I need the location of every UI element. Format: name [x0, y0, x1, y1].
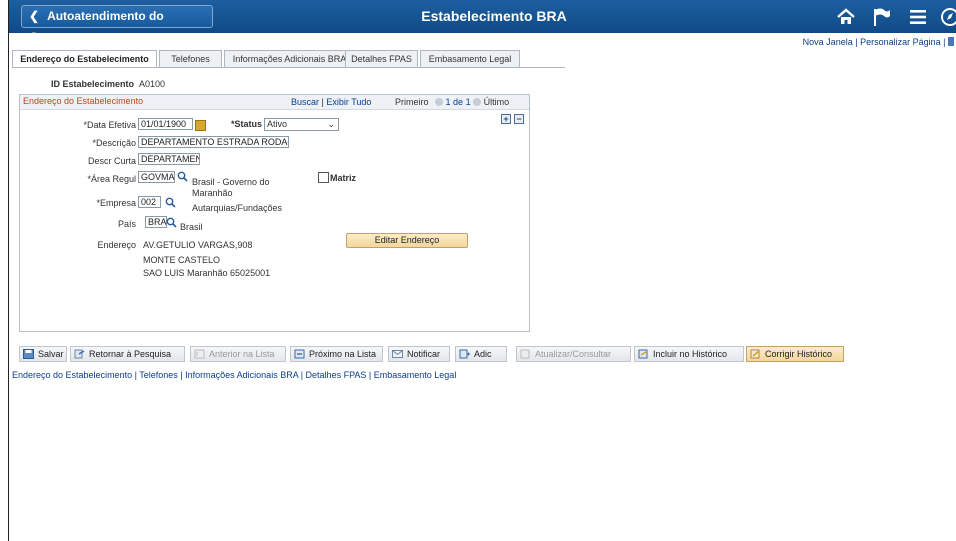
- footer-link-telefones[interactable]: Telefones: [139, 370, 178, 380]
- tab-endereco[interactable]: Endereço do Estabelecimento: [12, 50, 157, 68]
- country-input[interactable]: BRA: [145, 216, 167, 228]
- return-label: Retornar à Pesquisa: [89, 349, 172, 359]
- last-label: Último: [483, 97, 510, 107]
- company-description: Autarquias/Fundações: [192, 203, 283, 213]
- view-all-link[interactable]: Exibir Tudo: [326, 97, 371, 107]
- add-row-button[interactable]: +: [501, 114, 511, 124]
- footer-link-endereco[interactable]: Endereço do Estabelecimento: [12, 370, 132, 380]
- find-link[interactable]: Buscar: [291, 97, 319, 107]
- panel-find-nav: Buscar | Exibir Tudo: [291, 97, 371, 107]
- country-label: País: [117, 219, 136, 229]
- previous-label: Anterior na Lista: [209, 349, 275, 359]
- status-label: *Status: [230, 119, 262, 129]
- descr-input[interactable]: DEPARTAMENTO ESTRADA RODAGEM: [138, 136, 289, 148]
- tab-divider: [12, 67, 565, 68]
- include-history-label: Incluir no Histórico: [653, 349, 728, 359]
- footer-link-fpas[interactable]: Detalhes FPAS: [306, 370, 367, 380]
- tab-telefones[interactable]: Telefones: [159, 50, 222, 67]
- update-icon: [520, 349, 530, 359]
- personalize-page-link[interactable]: Personalizar Página: [860, 37, 941, 47]
- chevron-down-icon: ⌄: [327, 119, 335, 129]
- back-button[interactable]: ❮ Autoatendimento do Gerente: [21, 5, 213, 44]
- previous-in-list-button[interactable]: Anterior na Lista: [190, 346, 286, 362]
- effdt-label: *Data Efetiva: [83, 120, 136, 130]
- area-input[interactable]: GOVMA: [138, 171, 175, 183]
- header-banner: ❮ Autoatendimento do Gerente Estabelecime…: [9, 0, 956, 44]
- area-search-icon[interactable]: [177, 171, 188, 182]
- company-input[interactable]: 002: [138, 196, 161, 208]
- last-arrow-icon[interactable]: [473, 98, 482, 106]
- country-search-icon[interactable]: [166, 217, 177, 228]
- id-label: ID Estabelecimento: [50, 79, 134, 89]
- save-button[interactable]: Salvar: [19, 346, 67, 362]
- home-icon[interactable]: [835, 6, 857, 28]
- include-history-button[interactable]: Incluir no Histórico: [634, 346, 744, 362]
- tab-detalhes-fpas[interactable]: Detalhes FPAS: [345, 50, 418, 67]
- menu-icon[interactable]: [907, 6, 929, 28]
- add-button[interactable]: Adic: [455, 346, 507, 362]
- return-icon: [74, 349, 85, 359]
- panel-title: Endereço do Estabelecimento: [23, 96, 144, 106]
- footer-separator: |: [298, 370, 306, 380]
- update-label: Atualizar/Consultar: [535, 349, 612, 359]
- panel-row-nav: Primeiro 1 de 1 Último: [395, 97, 509, 107]
- matriz-label: Matriz: [330, 173, 357, 183]
- tab-informacoes-adicionais[interactable]: Informações Adicionais BRA: [224, 50, 355, 67]
- footer-links: Endereço do Estabelecimento | Telefones …: [12, 370, 456, 380]
- delete-row-button[interactable]: −: [514, 114, 524, 124]
- company-search-icon[interactable]: [165, 197, 176, 208]
- update-display-button[interactable]: Atualizar/Consultar: [516, 346, 631, 362]
- first-arrow-icon[interactable]: [435, 98, 444, 106]
- next-label: Próximo na Lista: [309, 349, 377, 359]
- previous-icon: [194, 349, 205, 359]
- descr-label: *Descrição: [92, 138, 136, 148]
- chevron-left-icon: ❮: [29, 9, 40, 23]
- company-label: *Empresa: [96, 198, 136, 208]
- save-icon: [23, 349, 34, 359]
- edit-address-button[interactable]: Editar Endereço: [346, 233, 468, 248]
- id-value: A0100: [139, 79, 166, 89]
- correct-history-icon: [750, 349, 760, 359]
- calendar-icon[interactable]: [195, 120, 206, 131]
- page-links: Nova Janela | Personalizar Página |: [803, 37, 954, 47]
- first-label: Primeiro: [395, 97, 429, 107]
- footer-separator: |: [366, 370, 374, 380]
- return-to-search-button[interactable]: Retornar à Pesquisa: [70, 346, 185, 362]
- page-title: Estabelecimento BRA: [421, 8, 567, 24]
- panel-header: Endereço do Estabelecimento Buscar | Exi…: [20, 95, 529, 110]
- flag-icon[interactable]: [871, 6, 893, 28]
- area-label: *Área Regul: [87, 174, 136, 184]
- status-select[interactable]: Ativo ⌄: [264, 118, 339, 131]
- effdt-input[interactable]: 01/01/1900: [138, 118, 193, 130]
- notify-label: Notificar: [407, 349, 441, 359]
- row-count: 1 de 1: [445, 97, 471, 107]
- address-label: Endereço: [97, 240, 136, 250]
- area-description: Brasil - Governo do Maranhão: [192, 177, 270, 198]
- notify-icon: [392, 350, 403, 358]
- notify-button[interactable]: Notificar: [388, 346, 450, 362]
- footer-link-informacoes[interactable]: Informações Adicionais BRA: [185, 370, 298, 380]
- descrshort-label: Descr Curta: [87, 156, 136, 166]
- footer-link-embasamento[interactable]: Embasamento Legal: [374, 370, 457, 380]
- address-line-2: MONTE CASTELO: [143, 255, 221, 265]
- add-icon: [459, 349, 470, 359]
- address-line-3: SAO LUIS Maranhão 65025001: [143, 268, 271, 278]
- status-value: Ativo: [267, 119, 288, 129]
- next-in-list-button[interactable]: Próximo na Lista: [290, 346, 383, 362]
- correct-history-label: Corrigir Histórico: [765, 349, 833, 359]
- matriz-checkbox[interactable]: [318, 172, 329, 183]
- next-icon: [294, 349, 305, 359]
- add-label: Adic: [474, 349, 492, 359]
- country-description: Brasil: [180, 222, 203, 232]
- save-label: Salvar: [38, 349, 64, 359]
- new-window-link[interactable]: Nova Janela: [803, 37, 853, 47]
- tab-embasamento-legal[interactable]: Embasamento Legal: [420, 50, 520, 67]
- help-icon[interactable]: [948, 37, 954, 46]
- descrshort-input[interactable]: DEPARTAMEN: [138, 153, 200, 165]
- include-history-icon: [638, 349, 648, 359]
- address-line-1: AV.GETULIO VARGAS,908: [143, 240, 253, 250]
- correct-history-button[interactable]: Corrigir Histórico: [746, 346, 844, 362]
- navbar-compass-icon[interactable]: [939, 6, 956, 28]
